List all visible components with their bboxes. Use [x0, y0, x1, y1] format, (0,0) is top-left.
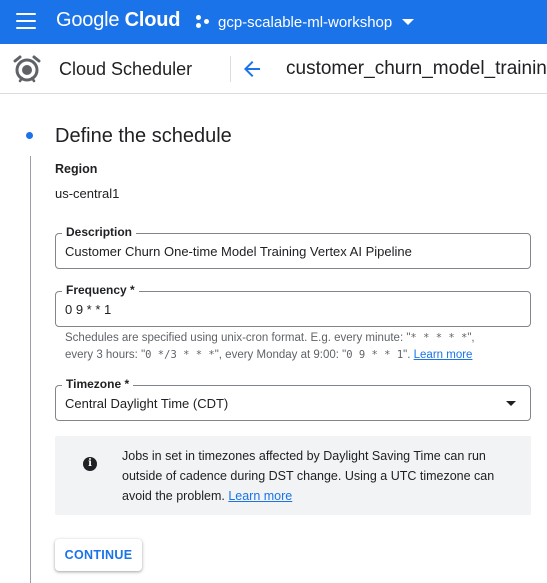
- project-icon: [196, 15, 210, 29]
- header-divider: [230, 56, 231, 82]
- frequency-value: 0 9 * * 1: [65, 302, 112, 317]
- dst-info-message: Jobs in set in timezones affected by Day…: [122, 449, 495, 503]
- frequency-hint: Schedules are specified using unix-cron …: [65, 330, 535, 364]
- hint-text: ".: [403, 349, 411, 361]
- dst-learn-more-link[interactable]: Learn more: [228, 489, 292, 503]
- timezone-value: Central Daylight Time (CDT): [65, 396, 229, 411]
- hint-example-minute: * * * * *: [410, 332, 468, 344]
- section-title: Define the schedule: [55, 125, 232, 147]
- timezone-label: Timezone *: [62, 377, 134, 391]
- frequency-field[interactable]: Frequency * 0 9 * * 1: [55, 283, 531, 327]
- description-value: Customer Churn One-time Model Training V…: [65, 244, 412, 259]
- description-label: Description: [62, 225, 137, 239]
- top-app-bar: Google Cloud gcp-scalable-ml-workshop: [0, 0, 547, 44]
- info-icon: i: [83, 457, 97, 471]
- dst-info-text: Jobs in set in timezones affected by Day…: [122, 446, 522, 506]
- menu-icon[interactable]: [16, 13, 36, 29]
- hint-text: ", every Monday at 9:00: ": [214, 349, 347, 361]
- service-header: Cloud Scheduler customer_churn_model_tra…: [0, 44, 547, 94]
- frequency-learn-more-link[interactable]: Learn more: [414, 349, 473, 361]
- dropdown-arrow-icon: [506, 401, 516, 406]
- step-connector-line: [30, 156, 31, 583]
- caret-down-icon: [402, 19, 415, 25]
- continue-button[interactable]: CONTINUE: [55, 539, 142, 571]
- frequency-label: Frequency *: [62, 283, 139, 297]
- hint-text: ",: [467, 332, 475, 344]
- project-selector[interactable]: gcp-scalable-ml-workshop: [196, 12, 415, 32]
- region-label: Region: [55, 162, 98, 176]
- hint-example-monday: 0 9 * * 1: [346, 349, 404, 361]
- dst-info-box: i Jobs in set in timezones affected by D…: [55, 436, 531, 515]
- hint-example-3h: 0 */3 * * *: [145, 349, 215, 361]
- back-arrow-icon[interactable]: [240, 57, 264, 81]
- brand-cloud-text: Cloud: [124, 9, 181, 31]
- description-field[interactable]: Description Customer Churn One-time Mode…: [55, 225, 531, 269]
- project-name: gcp-scalable-ml-workshop: [218, 13, 393, 31]
- brand-google-text: Google: [56, 9, 120, 31]
- timezone-select[interactable]: Timezone * Central Daylight Time (CDT): [55, 377, 531, 421]
- hint-text: every 3 hours: ": [65, 349, 146, 361]
- alarm-clock-icon: [13, 55, 41, 83]
- service-title: Cloud Scheduler: [59, 59, 193, 79]
- step-indicator: [26, 132, 33, 139]
- hint-text: Schedules are specified using unix-cron …: [65, 332, 411, 344]
- job-title: customer_churn_model_training_: [286, 58, 547, 79]
- region-value: us-central1: [55, 186, 120, 201]
- google-cloud-logo[interactable]: Google Cloud: [56, 9, 181, 32]
